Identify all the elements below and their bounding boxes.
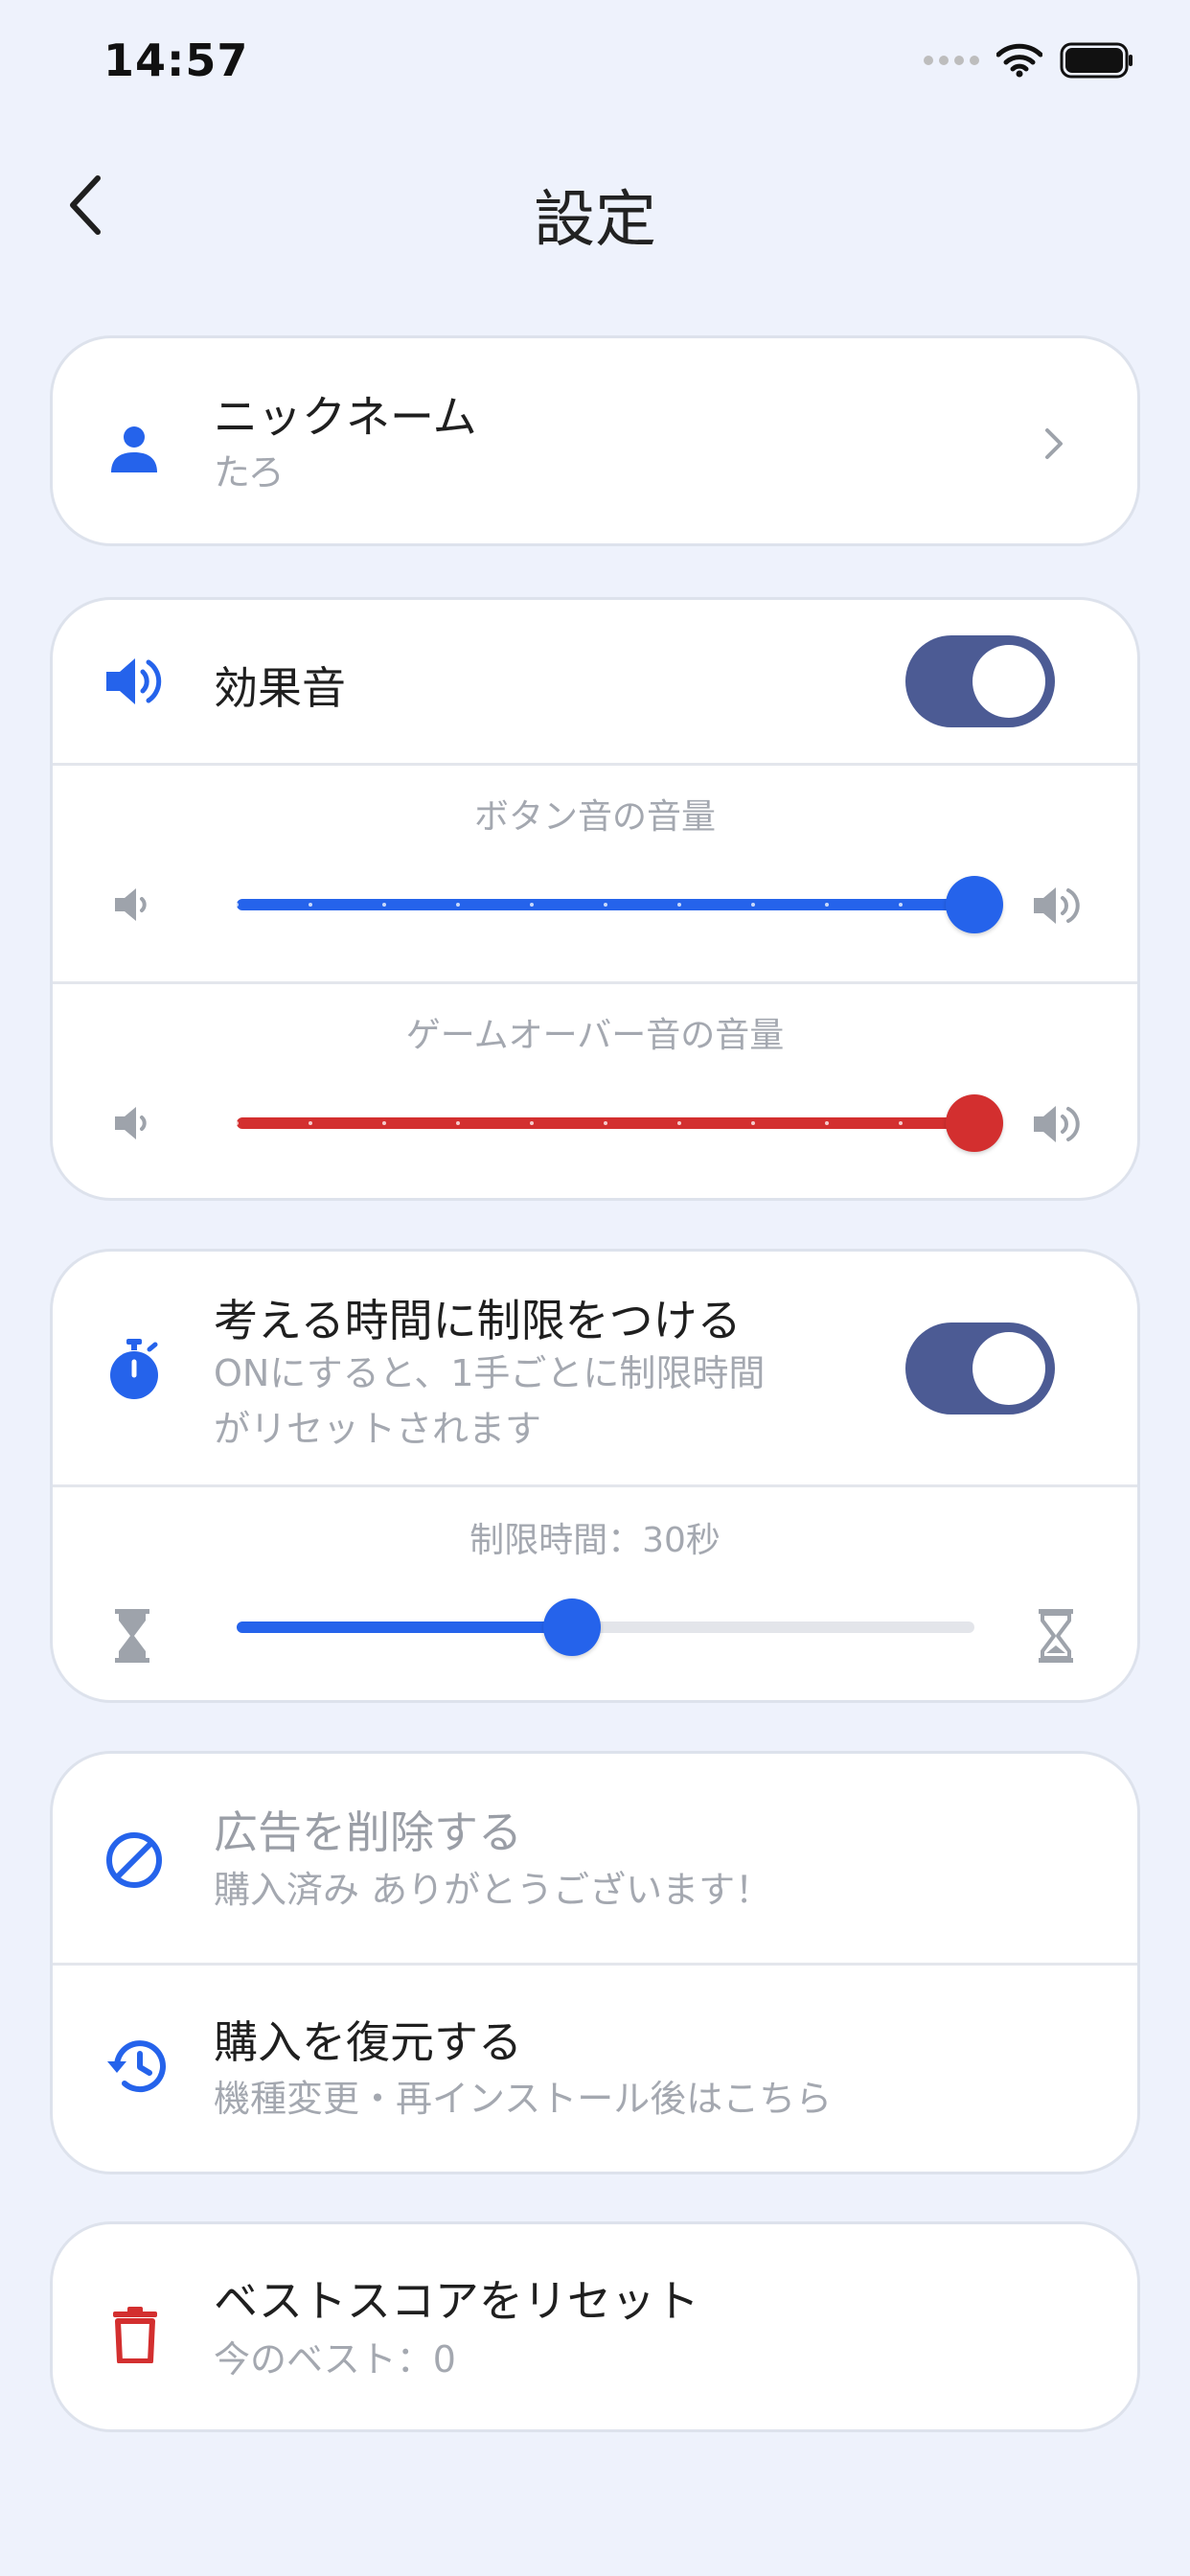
slider-tick — [677, 903, 681, 907]
battery-icon — [1060, 42, 1133, 79]
slider-thumb[interactable] — [543, 1598, 602, 1656]
current-best-score: 今のベスト：0 — [214, 2338, 456, 2380]
nickname-label: ニックネーム — [214, 391, 477, 443]
button-volume-slider[interactable] — [235, 876, 1003, 933]
slider-tick — [604, 903, 607, 907]
volume-high-icon — [1028, 879, 1086, 932]
slider-tick — [382, 903, 386, 907]
slider-tick — [456, 903, 460, 907]
slider-tick — [825, 903, 829, 907]
wifi-icon — [996, 43, 1042, 78]
sound-effects-toggle[interactable] — [905, 635, 1055, 727]
time-limit-card: 考える時間に制限をつける ONにすると、1手ごとに制限時間 がリセットされます … — [50, 1249, 1140, 1703]
toggle-knob — [973, 645, 1045, 718]
slider-thumb[interactable] — [946, 1094, 1003, 1152]
trash-icon — [104, 2303, 166, 2366]
gameover-volume-row: ゲームオーバー音の音量 — [53, 984, 1137, 1198]
time-limit-caption: 制限時間：30秒 — [469, 1521, 721, 1560]
stopwatch-icon — [101, 1334, 168, 1405]
remove-ads-label: 広告を削除する — [214, 1806, 522, 1858]
time-limit-slider[interactable] — [237, 1598, 974, 1656]
hourglass-full-icon — [1034, 1604, 1078, 1668]
volume-low-icon — [108, 881, 156, 929]
slider-tick — [382, 1121, 386, 1125]
time-limit-description-line2: がリセットされます — [214, 1408, 542, 1450]
slider-tick — [899, 903, 903, 907]
slider-tick — [604, 1121, 607, 1125]
gameover-volume-caption: ゲームオーバー音の音量 — [405, 1016, 785, 1055]
time-limit-toggle-row: 考える時間に制限をつける ONにすると、1手ごとに制限時間 がリセットされます — [53, 1252, 1137, 1484]
slider-tick — [751, 903, 755, 907]
slider-tick — [677, 1121, 681, 1125]
slider-thumb[interactable] — [946, 876, 1003, 933]
volume-high-icon — [1028, 1097, 1086, 1151]
person-icon — [101, 415, 168, 482]
restore-purchase-row[interactable]: 購入を復元する 機種変更・再インストール後はこちら — [53, 1966, 1137, 2172]
best-score-card: ベストスコアをリセット 今のベスト：0 — [50, 2221, 1140, 2432]
sound-effects-row: 効果音 — [53, 600, 1137, 763]
slider-tick — [530, 1121, 534, 1125]
hourglass-empty-icon — [110, 1604, 154, 1668]
restore-purchase-description: 機種変更・再インストール後はこちら — [214, 2078, 833, 2120]
slider-tick — [235, 903, 239, 907]
button-volume-caption: ボタン音の音量 — [473, 797, 716, 837]
sound-effects-label: 効果音 — [214, 662, 346, 714]
slider-tick — [309, 1121, 312, 1125]
gameover-volume-slider[interactable] — [235, 1094, 1003, 1152]
time-limit-description-line1: ONにすると、1手ごとに制限時間 — [214, 1352, 766, 1394]
reset-best-score-row[interactable]: ベストスコアをリセット 今のベスト：0 — [53, 2224, 1137, 2429]
chevron-right-icon — [1040, 425, 1068, 463]
status-time: 14:57 — [103, 34, 249, 86]
speaker-on-icon — [99, 648, 170, 715]
time-limit-slider-row: 制限時間：30秒 — [53, 1487, 1137, 1700]
volume-low-icon — [108, 1099, 156, 1147]
slider-tick — [899, 1121, 903, 1125]
slider-tick — [530, 903, 534, 907]
navigation-bar: 設定 — [0, 153, 1190, 259]
slider-fill — [237, 1622, 573, 1633]
slider-tick — [235, 1121, 239, 1125]
toggle-knob — [973, 1332, 1045, 1405]
remove-ads-row[interactable]: 広告を削除する 購入済み ありがとうございます！ — [53, 1754, 1137, 1963]
block-icon — [101, 1827, 168, 1894]
status-bar: 14:57 — [0, 0, 1190, 134]
page-title: 設定 — [534, 185, 656, 256]
time-limit-toggle[interactable] — [905, 1322, 1055, 1414]
nickname-card: ニックネーム たろ — [50, 335, 1140, 546]
nickname-value: たろ — [214, 451, 285, 494]
slider-tick — [309, 903, 312, 907]
restore-purchase-label: 購入を復元する — [214, 2016, 522, 2068]
remove-ads-status: 購入済み ありがとうございます！ — [214, 1869, 772, 1911]
cellular-signal-icon — [924, 56, 979, 65]
reset-best-score-label: ベストスコアをリセット — [214, 2275, 699, 2327]
nickname-row[interactable]: ニックネーム たろ — [53, 338, 1137, 543]
time-limit-label: 考える時間に制限をつける — [214, 1295, 742, 1346]
slider-tick — [825, 1121, 829, 1125]
purchases-card: 広告を削除する 購入済み ありがとうございます！ 購入を復元する 機種変更・再イ… — [50, 1751, 1140, 2174]
restore-history-icon — [99, 2033, 170, 2100]
button-volume-row: ボタン音の音量 — [53, 766, 1137, 981]
slider-tick — [456, 1121, 460, 1125]
slider-tick — [751, 1121, 755, 1125]
status-icons — [924, 42, 1134, 79]
sound-card: 効果音 ボタン音の音量 ゲームオーバー音の音量 — [50, 597, 1140, 1201]
